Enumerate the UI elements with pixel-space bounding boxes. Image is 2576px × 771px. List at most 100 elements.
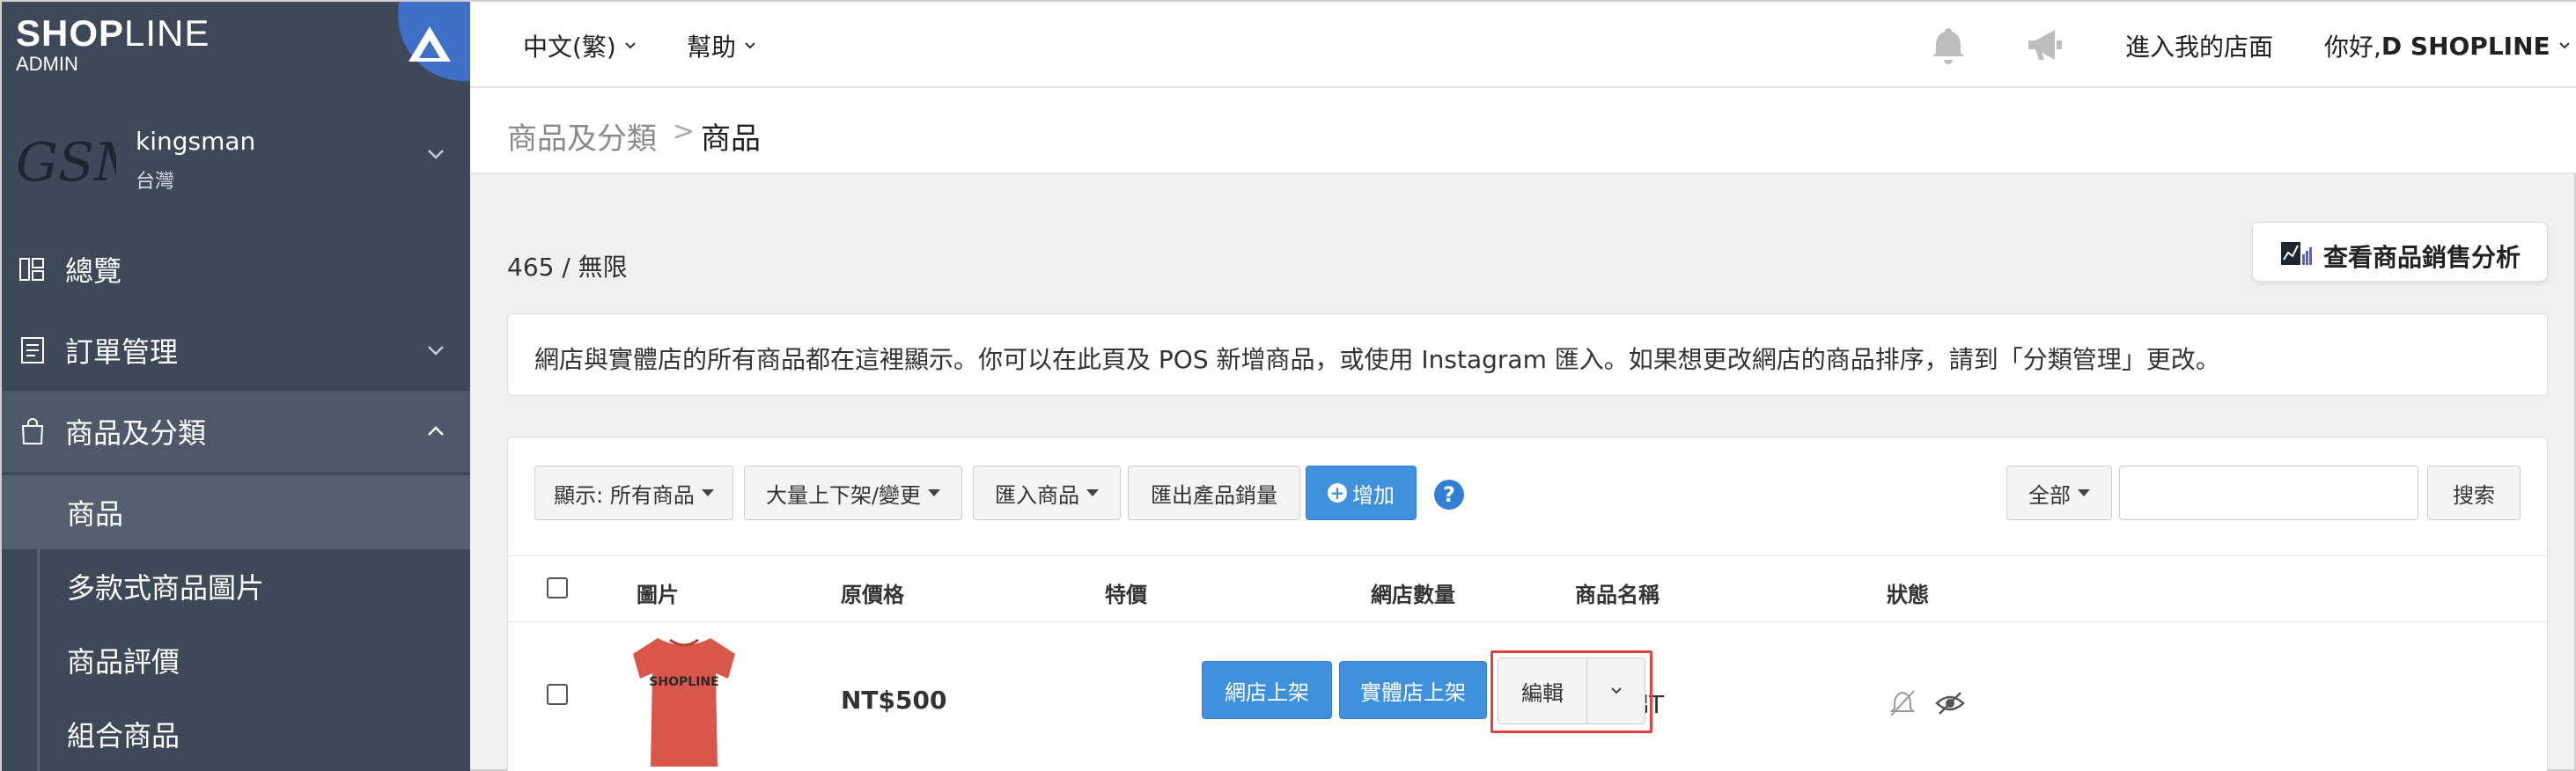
column-header-image: 圖片 — [637, 583, 679, 607]
submenu-item-variant-images[interactable]: 多款式商品圖片 — [2, 549, 470, 623]
search-label: 搜索 — [2453, 482, 2495, 508]
add-product-button[interactable]: + 增加 — [1306, 466, 1417, 520]
import-label: 匯入商品 — [995, 482, 1079, 508]
edit-label: 編輯 — [1521, 680, 1564, 706]
info-text: 網店與實體店的所有商品都在這裡顯示。你可以在此頁及 POS 新增商品，或使用 I… — [534, 345, 2220, 374]
analytics-chart-icon — [2281, 242, 2312, 265]
submenu-item-label: 多款式商品圖片 — [67, 571, 265, 605]
select-all-checkbox[interactable] — [547, 577, 568, 598]
chevron-down-icon — [428, 150, 444, 159]
sidebar-item-overview[interactable]: 總覽 — [2, 229, 470, 310]
account-dropdown[interactable]: 你好, D SHOPLINE — [2324, 28, 2572, 63]
breadcrumb-parent[interactable]: 商品及分類 — [507, 114, 657, 158]
scope-label: 全部 — [2028, 482, 2071, 508]
retail-store-publish-label: 實體店上架 — [1360, 679, 1466, 705]
submenu-item-reviews[interactable]: 商品評價 — [2, 623, 470, 697]
info-notice: 網店與實體店的所有商品都在這裡顯示。你可以在此頁及 POS 新增商品，或使用 I… — [507, 313, 2548, 396]
orders-icon — [21, 337, 44, 363]
store-logo: GSM — [16, 132, 116, 194]
export-sales-button[interactable]: 匯出產品銷量 — [1128, 466, 1300, 520]
tshirt-print: SHOPLINE — [649, 675, 718, 689]
export-label: 匯出產品銷量 — [1151, 482, 1277, 508]
logo-brand-thin: LINE — [124, 12, 210, 54]
column-header-status: 狀態 — [1887, 583, 1929, 607]
chevron-up-icon — [428, 426, 444, 436]
edit-button[interactable]: 編輯 — [1498, 657, 1587, 724]
top-bar: 中文(繁) 幫助 進入我的店面 你好, D SHOPLINE — [470, 2, 2576, 88]
filter-dropdown[interactable]: 顯示: 所有商品 — [534, 466, 733, 520]
enter-store-label: 進入我的店面 — [2125, 33, 2274, 62]
help-dropdown[interactable]: 幫助 — [687, 28, 757, 63]
submenu-item-label: 商品評價 — [67, 645, 180, 679]
search-input[interactable] — [2119, 466, 2418, 520]
table-header: 圖片 原價格 特價 網店數量 商品名稱 狀態 — [508, 555, 2547, 622]
language-label: 中文(繁) — [523, 33, 616, 62]
greeting-prefix: 你好, — [2324, 33, 2381, 62]
edit-options-dropdown[interactable] — [1587, 657, 1645, 724]
online-store-publish-button[interactable]: 網店上架 — [1202, 661, 1332, 719]
sales-analysis-button[interactable]: 查看商品銷售分析 — [2252, 222, 2548, 282]
submenu-item-label: 商品 — [67, 497, 124, 531]
enter-store-link[interactable]: 進入我的店面 — [2125, 28, 2273, 63]
submenu-item-bundles[interactable]: 組合商品 — [2, 697, 470, 771]
caret-down-icon — [2078, 489, 2090, 496]
help-label: 幫助 — [687, 33, 737, 62]
chevron-down-icon — [625, 42, 636, 49]
shopline-mark-icon — [408, 26, 451, 62]
column-header-sale-price: 特價 — [1105, 583, 1147, 607]
column-header-quantity: 網店數量 — [1371, 583, 1455, 607]
row-price: NT$500 — [841, 686, 947, 715]
chevron-down-icon — [745, 42, 755, 49]
greeting-name: D SHOPLINE — [2381, 31, 2550, 61]
bulk-label: 大量上下架/變更 — [765, 482, 922, 508]
sidebar-item-label: 總覽 — [65, 254, 122, 288]
sidebar-item-label: 訂單管理 — [65, 335, 179, 369]
app-logo[interactable]: SHOPLINE ADMIN — [16, 14, 210, 74]
breadcrumb: 商品及分類 > 商品 — [470, 88, 2576, 174]
sidebar: SHOPLINE ADMIN GSM kingsman 台灣 總覽 訂單管理 商… — [2, 2, 470, 771]
submenu-item-label: 組合商品 — [67, 719, 180, 753]
table-row: SHOPLINE NT$500 ∞ 紅色棉T 網店上架 實體店上架 編輯 — [508, 622, 2547, 771]
filter-label: 顯示: 所有商品 — [554, 482, 695, 508]
products-submenu: 商品 多款式商品圖片 商品評價 組合商品 — [2, 475, 470, 771]
notification-off-icon[interactable] — [1887, 687, 1918, 719]
bell-icon[interactable] — [1926, 23, 1970, 67]
online-store-publish-label: 網店上架 — [1225, 679, 1309, 705]
import-dropdown[interactable]: 匯入商品 — [973, 466, 1121, 520]
sales-analysis-label: 查看商品銷售分析 — [2323, 243, 2521, 272]
search-scope-dropdown[interactable]: 全部 — [2006, 466, 2112, 520]
sidebar-item-orders[interactable]: 訂單管理 — [2, 310, 470, 391]
store-region: 台灣 — [136, 171, 175, 193]
caret-down-icon — [928, 489, 941, 496]
bulk-actions-dropdown[interactable]: 大量上下架/變更 — [744, 466, 962, 520]
caret-down-icon — [1086, 489, 1099, 496]
chevron-down-icon — [1610, 687, 1622, 694]
shopping-bag-icon — [21, 418, 44, 444]
products-panel: 顯示: 所有商品 大量上下架/變更 匯入商品 匯出產品銷量 + 增加 ? 全部 搜… — [507, 437, 2548, 771]
column-header-price: 原價格 — [841, 583, 904, 607]
help-icon[interactable]: ? — [1434, 480, 1464, 510]
logo-admin-label: ADMIN — [16, 53, 78, 75]
megaphone-icon[interactable] — [2023, 23, 2067, 67]
plus-icon: + — [1328, 483, 1347, 503]
submenu-item-products[interactable]: 商品 — [2, 475, 470, 549]
column-header-name: 商品名稱 — [1575, 583, 1660, 607]
store-name: kingsman — [136, 127, 256, 156]
product-count: 465 / 無限 — [507, 253, 628, 282]
caret-down-icon — [701, 489, 714, 496]
row-checkbox[interactable] — [547, 684, 568, 705]
dashboard-icon — [19, 258, 44, 281]
chevron-down-icon — [428, 346, 444, 356]
add-label: 增加 — [1352, 482, 1395, 508]
sidebar-item-label: 商品及分類 — [65, 416, 207, 450]
logo-brand-bold: SHOP — [16, 12, 125, 54]
product-thumbnail[interactable]: SHOPLINE — [622, 629, 746, 770]
retail-store-publish-button[interactable]: 實體店上架 — [1339, 661, 1487, 719]
sidebar-item-products[interactable]: 商品及分類 — [2, 391, 470, 472]
eye-slash-icon[interactable] — [1934, 687, 1966, 719]
chevron-down-icon — [2558, 42, 2570, 49]
store-switcher[interactable]: GSM kingsman 台灣 — [2, 102, 470, 208]
breadcrumb-current: 商品 — [701, 121, 761, 157]
language-dropdown[interactable]: 中文(繁) — [523, 28, 637, 63]
search-button[interactable]: 搜索 — [2427, 466, 2521, 520]
